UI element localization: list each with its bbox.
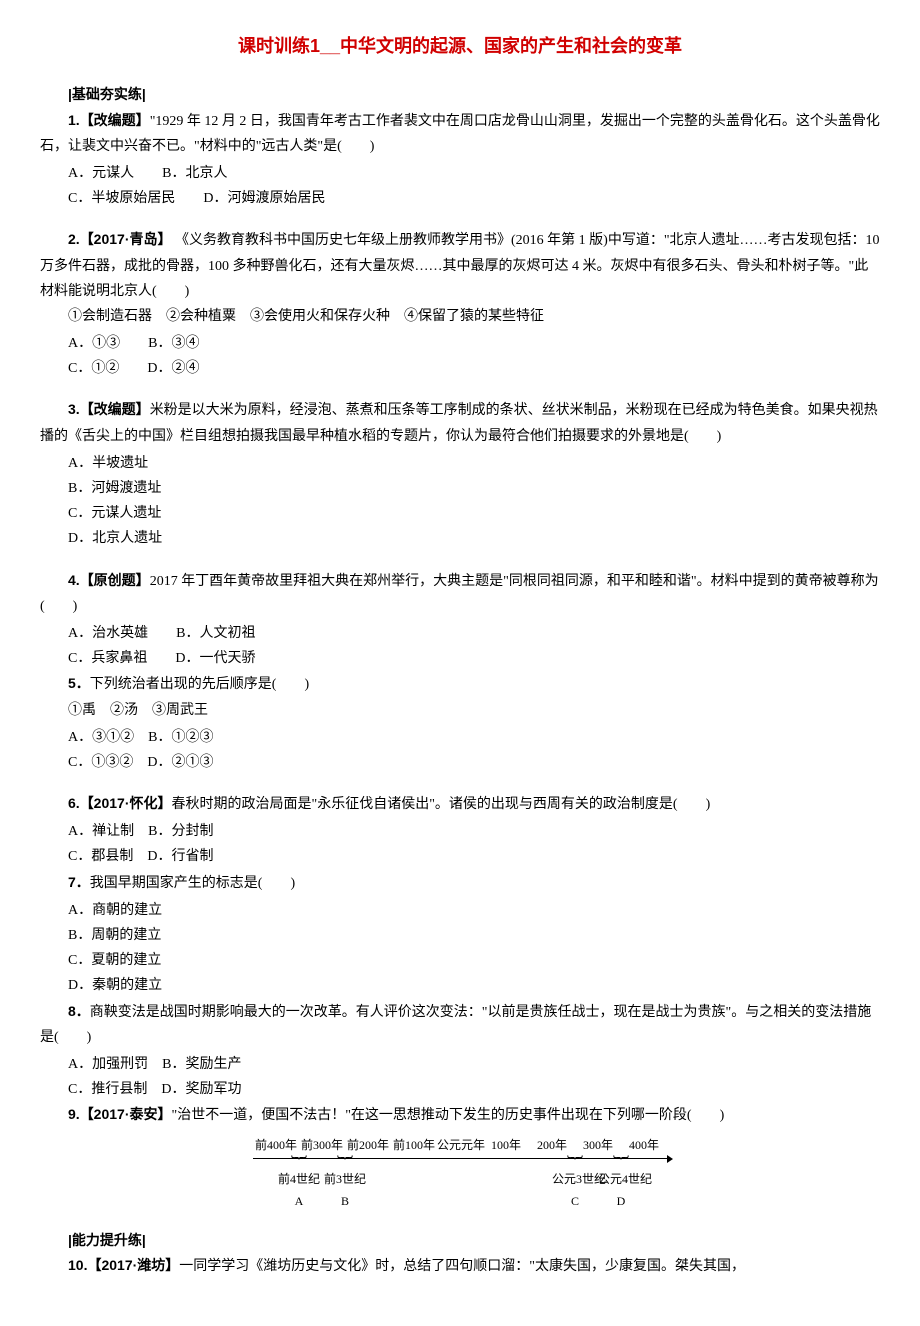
q5-text: 下列统治者出现的先后顺序是( ) [90,677,309,692]
q6-opt-d: D．行省制 [147,849,213,864]
q6-opt-b: B．分封制 [148,824,213,839]
tl-letter-b: B [322,1191,368,1213]
question-3: 3.【改编题】米粉是以大米为原料，经浸泡、蒸煮和压条等工序制成的条状、丝状米制品… [40,397,880,551]
q2-tag: 【2017·青岛】 [80,231,172,247]
q10-text: 一同学学习《潍坊历史与文化》时，总结了四句顺口溜："太康失国，少康复国。桀失其国… [179,1259,745,1274]
q1-num: 1. [68,112,80,128]
timeline-diagram: 前400年 前300年 前200年 前100年 公元元年 100年 200年 3… [40,1135,880,1213]
tl-letter-d: D [598,1191,644,1213]
q8-opt-c: C．推行县制 [68,1082,147,1097]
q6-opt-a: A．禅让制 [68,824,134,839]
tl-top-6: 200年 [529,1135,575,1157]
page-title: 课时训练1__中华文明的起源、国家的产生和社会的变革 [40,30,880,62]
q10-num: 10. [68,1257,87,1273]
q7-opt-c: C．夏朝的建立 [40,948,880,973]
question-7: 7．我国早期国家产生的标志是( ) [40,870,880,896]
tl-letter-c: C [552,1191,598,1213]
q9-num: 9. [68,1106,80,1122]
q5-opt-c: C．①③② [68,755,133,770]
q3-num: 3. [68,401,80,417]
brace-a: ︸ [276,1161,322,1169]
question-6: 6.【2017·怀化】春秋时期的政治局面是"永乐征伐自诸侯出"。诸侯的出现与西周… [40,791,880,1212]
q5-opt-d: D．②①③ [147,755,213,770]
brace-b: ︸ [322,1161,368,1169]
tl-top-0: 前400年 [253,1135,299,1157]
tl-top-5: 100年 [483,1135,529,1157]
question-2: 2.【2017·青岛】 《义务教育教科书中国历史七年级上册教师教学用书》(201… [40,227,880,381]
q3-opt-a: A．半坡遗址 [40,451,880,476]
q1-opt-a: A．元谋人 [68,166,134,181]
q1-tag: 【改编题】 [80,112,150,128]
question-10: 10.【2017·潍坊】一同学学习《潍坊历史与文化》时，总结了四句顺口溜："太康… [40,1253,880,1279]
question-8: 8．商鞅变法是战国时期影响最大的一次改革。有人评价这次变法："以前是贵族任战士，… [40,999,880,1050]
q2-opt-b: B．③④ [148,336,199,351]
q4-opt-b: B．人文初祖 [176,626,255,641]
q10-tag: 【2017·潍坊】 [87,1257,179,1273]
tl-label-1: 前3世纪 [322,1169,368,1191]
q3-text: 米粉是以大米为原料，经浸泡、蒸煮和压条等工序制成的条状、丝状米制品，米粉现在已经… [40,403,878,443]
timeline-axis [253,1158,667,1159]
q4-num: 4. [68,572,80,588]
tl-label-3: 公元4世纪 [598,1169,644,1191]
question-5: 5．下列统治者出现的先后顺序是( ) [40,671,880,697]
q5-opt-a: A．③①② [68,730,134,745]
q2-sub: ①会制造石器 ②会种植粟 ③会使用火和保存火种 ④保留了猿的某些特征 [40,304,880,329]
q1-text: "1929 年 12 月 2 日，我国青年考古工作者裴文中在周口店龙骨山山洞里，… [40,114,880,154]
q2-opt-d: D．②④ [147,361,199,376]
tl-top-3: 前100年 [391,1135,437,1157]
question-4: 4.【原创题】2017 年丁酉年黄帝故里拜祖大典在郑州举行，大典主题是"同根同祖… [40,568,880,776]
q8-opt-d: D．奖励军功 [161,1082,241,1097]
q8-text: 商鞅变法是战国时期影响最大的一次改革。有人评价这次变法："以前是贵族任战士，现在… [40,1005,871,1045]
tl-top-7: 300年 [575,1135,621,1157]
tl-label-2: 公元3世纪 [552,1169,598,1191]
q7-opt-a: A．商朝的建立 [40,898,880,923]
q3-opt-c: C．元谋人遗址 [40,501,880,526]
tl-top-8: 400年 [621,1135,667,1157]
section-basic-header: |基础夯实练| [40,82,880,107]
q1-opt-c: C．半坡原始居民 [68,191,175,206]
q7-opt-b: B．周朝的建立 [40,923,880,948]
q4-opt-d: D．一代天骄 [175,651,255,666]
tl-top-2: 前200年 [345,1135,391,1157]
brace-d: ︸ [598,1161,644,1169]
q2-opt-c: C．①② [68,361,119,376]
q6-num: 6. [68,795,80,811]
q7-opt-d: D．秦朝的建立 [40,973,880,998]
q4-text: 2017 年丁酉年黄帝故里拜祖大典在郑州举行，大典主题是"同根同祖同源，和平和睦… [40,574,879,614]
q5-sub: ①禹 ②汤 ③周武王 [40,698,880,723]
q3-opt-b: B．河姆渡遗址 [40,476,880,501]
q1-opt-b: B．北京人 [162,166,227,181]
q3-opt-d: D．北京人遗址 [40,526,880,551]
q2-opt-a: A．①③ [68,336,120,351]
q8-num: 8． [68,1003,90,1019]
q9-text: "治世不一道，便国不法古！"在这一思想推动下发生的历史事件出现在下列哪一阶段( … [172,1108,725,1123]
question-1: 1.【改编题】"1929 年 12 月 2 日，我国青年考古工作者裴文中在周口店… [40,108,880,212]
tl-letter-a: A [276,1191,322,1213]
q9-tag: 【2017·泰安】 [80,1106,172,1122]
q4-opt-c: C．兵家鼻祖 [68,651,147,666]
q4-tag: 【原创题】 [80,572,150,588]
q6-opt-c: C．郡县制 [68,849,133,864]
section-ability-header: |能力提升练| [40,1228,880,1253]
question-9: 9.【2017·泰安】"治世不一道，便国不法古！"在这一思想推动下发生的历史事件… [40,1102,880,1128]
q1-opt-d: D．河姆渡原始居民 [203,191,325,206]
q7-num: 7． [68,874,90,890]
q3-tag: 【改编题】 [80,401,150,417]
q2-num: 2. [68,231,80,247]
q6-text: 春秋时期的政治局面是"永乐征伐自诸侯出"。诸侯的出现与西周有关的政治制度是( ) [172,797,711,812]
tl-top-1: 前300年 [299,1135,345,1157]
tl-top-4: 公元元年 [437,1135,483,1157]
q8-opt-b: B．奖励生产 [162,1057,241,1072]
q4-opt-a: A．治水英雄 [68,626,148,641]
q6-tag: 【2017·怀化】 [80,795,172,811]
q5-opt-b: B．①②③ [148,730,213,745]
brace-c: ︸ [552,1161,598,1169]
q8-opt-a: A．加强刑罚 [68,1057,148,1072]
q5-num: 5． [68,675,90,691]
q7-text: 我国早期国家产生的标志是( ) [90,876,295,891]
tl-label-0: 前4世纪 [276,1169,322,1191]
